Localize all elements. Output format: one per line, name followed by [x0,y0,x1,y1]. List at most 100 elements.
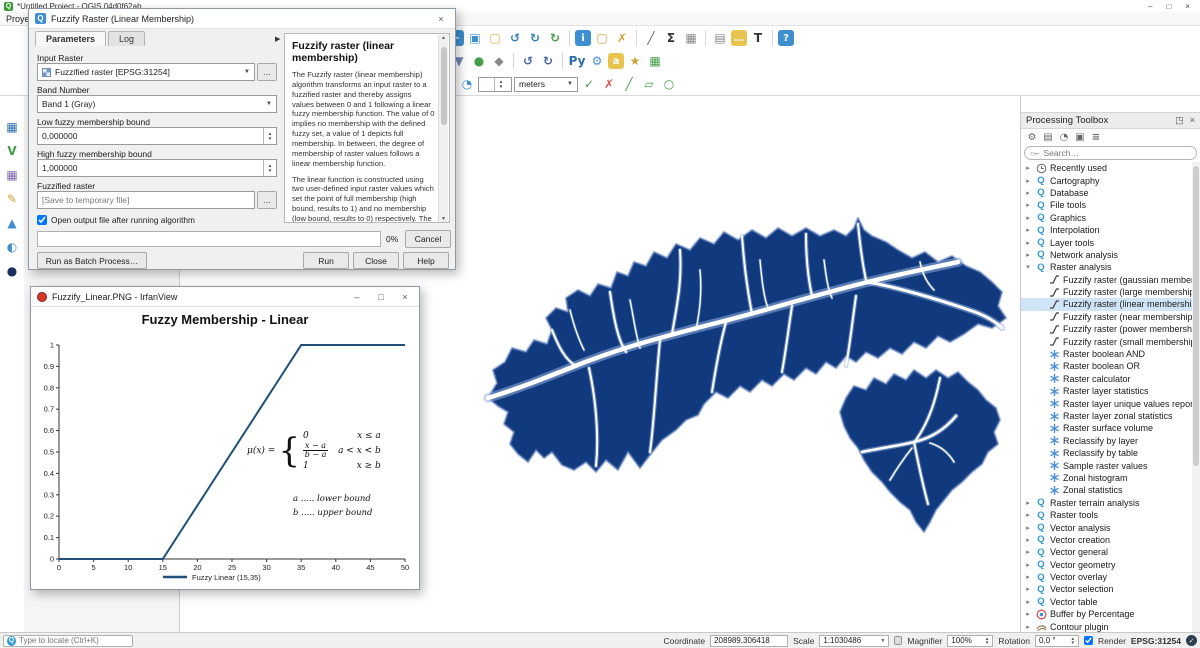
digitize-polygon-icon[interactable]: ▱ [640,75,658,93]
toolbox-item-vector-overlay[interactable]: ▸QVector overlay [1021,571,1192,583]
coordinate-input[interactable]: 208989,306418 [710,635,788,647]
toolbox-item-layer-tools[interactable]: ▸QLayer tools [1021,236,1192,248]
open-output-checkbox[interactable] [37,215,47,225]
spin-arrows-icon[interactable]: ▲▼ [263,128,276,144]
toolbox-item-raster-calculator[interactable]: Raster calculator [1021,373,1192,385]
scrollbar-thumb[interactable] [1193,166,1199,466]
app-maximize-button[interactable]: □ [1166,2,1171,11]
toolbox-item-buffer-by-percentage[interactable]: ▸Buffer by Percentage [1021,608,1192,620]
spin-arrows-icon[interactable]: ▲▼ [494,78,507,91]
toolbox-wrench-icon[interactable]: ⚙ [1025,130,1039,144]
toolbox-item-fuzzify-raster-power-membership[interactable]: Fuzzify raster (power membership) [1021,323,1192,335]
rotation-spinbox[interactable]: 0,0 ° ▲▼ [1035,635,1079,647]
high-bound-spinbox[interactable]: 1,000000 ▲▼ [37,159,277,177]
digitize-circle-icon[interactable]: ○ [660,75,678,93]
band-combo[interactable]: Band 1 (Gray) ▼ [37,95,277,113]
spin-arrows-icon[interactable]: ▲▼ [985,637,989,645]
georeferencer-icon[interactable]: ▦ [646,52,664,70]
toolbox-item-reclassify-by-table[interactable]: Reclassify by table [1021,447,1192,459]
toolbox-item-zonal-statistics[interactable]: Zonal statistics [1021,484,1192,496]
toolbox-item-vector-general[interactable]: ▸QVector general [1021,546,1192,558]
help-collapse-icon[interactable]: ▶ [275,35,280,43]
layer-labeling-icon[interactable]: a [608,53,624,69]
statistical-summary-icon[interactable]: Σ [662,29,680,47]
toolbox-item-cartography[interactable]: ▸QCartography [1021,174,1192,186]
expander-icon[interactable]: ▸ [1024,239,1032,247]
text-annotation-icon[interactable]: T [749,29,767,47]
toolbox-search-input[interactable] [1044,148,1184,158]
locate-box[interactable]: Q [3,635,133,647]
python-console-icon[interactable]: Py [568,52,586,70]
help-contents-icon[interactable]: ? [778,30,794,46]
messages-icon[interactable]: ✓ [1186,635,1197,646]
toolbox-item-sample-raster-values[interactable]: Sample raster values [1021,459,1192,471]
toolbox-item-raster-boolean-and[interactable]: Raster boolean AND [1021,348,1192,360]
locate-input[interactable] [19,636,129,645]
app-close-button[interactable]: × [1185,2,1190,11]
toolbox-search-box[interactable]: ○⌐ [1024,146,1197,160]
vertex-tool-icon[interactable]: ◆ [490,52,508,70]
window-maximize-icon[interactable]: □ [373,292,389,302]
toolbox-item-fuzzify-raster-gaussian-membership[interactable]: Fuzzify raster (gaussian membership) [1021,274,1192,286]
cancel-button[interactable]: Cancel [405,230,451,248]
input-raster-combo[interactable]: Fuzzified raster [EPSG:31254] ▼ [37,63,255,81]
run-button[interactable]: Run [303,252,349,269]
expander-icon[interactable]: ▸ [1024,623,1032,631]
expander-icon[interactable]: ▸ [1024,561,1032,569]
window-close-icon[interactable]: × [397,292,413,302]
toolbox-item-graphics[interactable]: ▸QGraphics [1021,212,1192,224]
toolbox-item-fuzzify-raster-large-membership[interactable]: Fuzzify raster (large membership) [1021,286,1192,298]
toolbox-item-interpolation[interactable]: ▸QInterpolation [1021,224,1192,236]
scrollbar-thumb[interactable] [441,47,447,125]
expander-icon[interactable]: ▸ [1024,177,1032,185]
zoom-last-icon[interactable]: ↺ [506,29,524,47]
render-checkbox[interactable] [1084,636,1093,645]
processing-toolbox-header[interactable]: Processing Toolbox ◳ × [1021,112,1200,129]
window-minimize-icon[interactable]: – [349,292,365,302]
expander-icon[interactable]: ▸ [1024,251,1032,259]
toolbox-item-database[interactable]: ▸QDatabase [1021,187,1192,199]
add-vector-layer-icon[interactable]: V [3,142,21,160]
toolbox-item-vector-analysis[interactable]: ▸QVector analysis [1021,521,1192,533]
toolbox-item-network-analysis[interactable]: ▸QNetwork analysis [1021,249,1192,261]
dialog-close-icon[interactable]: × [433,14,449,24]
expander-icon[interactable]: ▸ [1024,585,1032,593]
toolbox-item-recently-used[interactable]: ▸Recently used [1021,162,1192,174]
new-shapefile-layer-icon[interactable]: ✎ [3,190,21,208]
add-feature-icon[interactable]: ● [470,52,488,70]
data-source-manager-icon[interactable]: ▦ [3,118,21,136]
expander-icon[interactable]: ▸ [1024,189,1032,197]
toolbox-item-fuzzify-raster-small-membership[interactable]: Fuzzify raster (small membership) [1021,335,1192,347]
expander-icon[interactable]: ▸ [1024,536,1032,544]
toolbox-item-vector-selection[interactable]: ▸QVector selection [1021,583,1192,595]
add-mesh-layer-icon[interactable]: ▲ [3,214,21,232]
toolbox-item-fuzzify-raster-near-membership[interactable]: Fuzzify raster (near membership) [1021,311,1192,323]
digitize-check-icon[interactable]: ✓ [580,75,598,93]
refresh-map-icon[interactable]: ↻ [546,29,564,47]
toolbox-item-contour-plugin[interactable]: ▸Contour plugin [1021,620,1192,632]
grass-tools-icon[interactable]: ● [3,262,21,280]
deselect-features-icon[interactable]: ✗ [613,29,631,47]
irfanview-titlebar[interactable]: Fuzzify_Linear.PNG - IrfanView – □ × [31,287,419,307]
toolbox-item-raster-terrain-analysis[interactable]: ▸QRaster terrain analysis [1021,497,1192,509]
toolbox-item-zonal-histogram[interactable]: Zonal histogram [1021,472,1192,484]
zoom-to-selection-icon[interactable]: ▢ [486,29,504,47]
magnifier-spinbox[interactable]: 100% ▲▼ [947,635,993,647]
spin-arrows-icon[interactable]: ▲▼ [263,160,276,176]
output-browse-button[interactable]: … [257,191,277,209]
processing-gear-icon[interactable]: ⚙ [588,52,606,70]
expander-icon[interactable]: ▸ [1024,524,1032,532]
expander-icon[interactable]: ▸ [1024,201,1032,209]
digitize-line-icon[interactable]: ╱ [620,75,638,93]
expander-icon[interactable]: ▸ [1024,499,1032,507]
tab-parameters[interactable]: Parameters [35,31,106,46]
toolbox-item-vector-creation[interactable]: ▸QVector creation [1021,534,1192,546]
toolbox-item-raster-layer-unique-values-report[interactable]: Raster layer unique values report [1021,397,1192,409]
print-layout-icon[interactable]: ▤ [711,29,729,47]
expander-icon[interactable]: ▸ [1024,214,1032,222]
expander-icon[interactable]: ▸ [1024,511,1032,519]
help-button[interactable]: Help [403,252,449,269]
units-combo[interactable]: meters ▼ [514,77,578,92]
toolbox-item-raster-tools[interactable]: ▸QRaster tools [1021,509,1192,521]
toolbox-models-icon[interactable]: ▤ [1041,130,1055,144]
